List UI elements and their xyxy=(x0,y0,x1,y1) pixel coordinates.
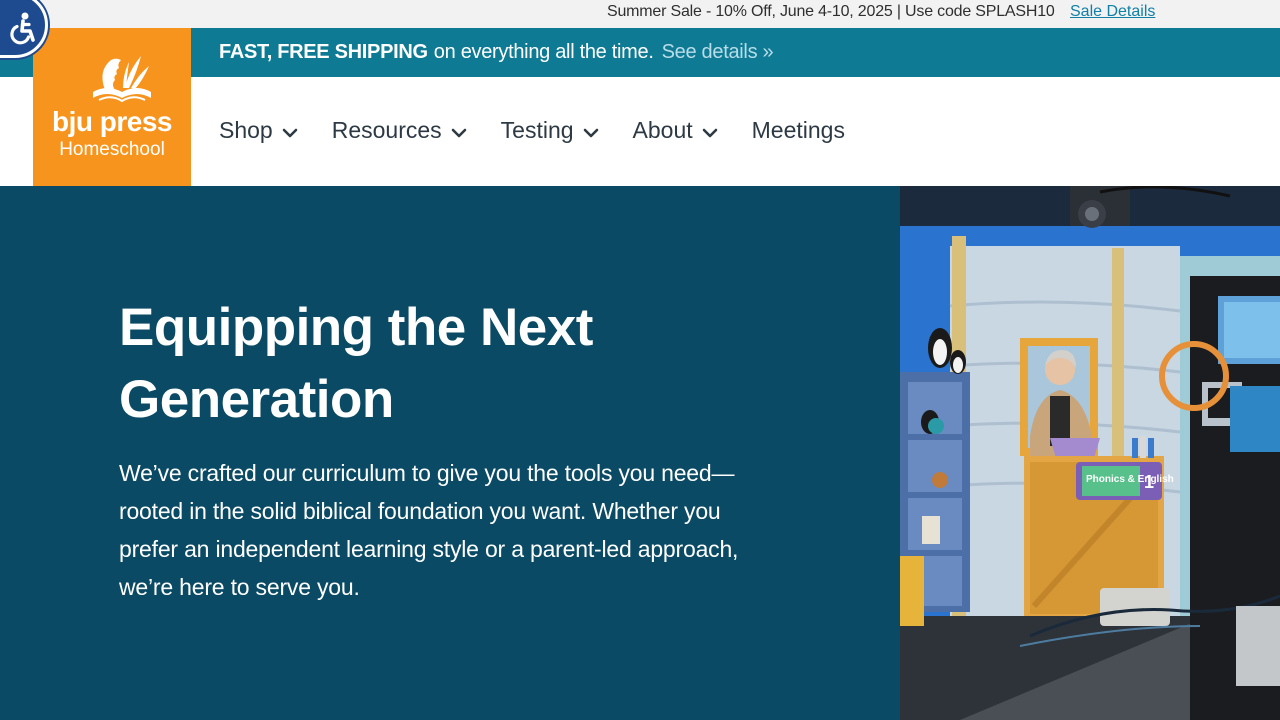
wheelchair-icon xyxy=(10,12,35,45)
nav-label: Meetings xyxy=(751,117,845,143)
hero-photo: Phonics & English 1 xyxy=(900,186,1280,720)
phonics-sign-number: 1 xyxy=(1144,472,1154,492)
sale-bar: Summer Sale - 10% Off, June 4-10, 2025 |… xyxy=(0,0,1280,28)
book-silhouette-icon xyxy=(93,56,151,103)
shipping-rest: on everything all the time. xyxy=(433,41,654,63)
chevron-down-icon xyxy=(583,117,599,144)
site-header: Shop Resources Testing About Meetings xyxy=(0,77,1280,186)
nav-about[interactable]: About xyxy=(633,117,718,144)
hero-title: Equipping the Next Generation xyxy=(119,298,593,429)
chevron-down-icon xyxy=(702,117,718,144)
nav-shop[interactable]: Shop xyxy=(219,117,298,144)
nav-label: Resources xyxy=(331,117,442,143)
phonics-sign-label: Phonics & English xyxy=(1086,474,1174,485)
shipping-bold: FAST, FREE SHIPPING xyxy=(219,41,428,63)
studio-scene-illustration: Phonics & English 1 xyxy=(900,186,1280,720)
bju-press-logo[interactable]: bju press Homeschool xyxy=(33,28,191,186)
main-nav: Shop Resources Testing About Meetings xyxy=(219,117,879,144)
nav-resources[interactable]: Resources xyxy=(332,117,467,144)
chevron-down-icon xyxy=(282,117,298,144)
shipping-text: FAST, FREE SHIPPING on everything all the… xyxy=(219,41,774,64)
nav-label: Shop xyxy=(219,117,273,143)
shipping-banner: FAST, FREE SHIPPING on everything all the… xyxy=(0,28,1280,77)
nav-label: Testing xyxy=(500,117,574,143)
chevron-down-icon xyxy=(451,117,467,144)
nav-meetings[interactable]: Meetings xyxy=(752,117,845,144)
hero-body: We’ve crafted our curriculum to give you… xyxy=(119,460,739,600)
shipping-details-link[interactable]: See details » xyxy=(662,41,774,63)
sale-text: Summer Sale - 10% Off, June 4-10, 2025 |… xyxy=(607,3,1055,20)
logo-subtitle: Homeschool xyxy=(59,139,165,160)
sale-details-link[interactable]: Sale Details xyxy=(1070,3,1155,21)
logo-wordmark: bju press xyxy=(52,106,172,137)
nav-testing[interactable]: Testing xyxy=(501,117,599,144)
hero-section: Equipping the Next Generation We’ve craf… xyxy=(0,186,900,720)
nav-label: About xyxy=(632,117,693,143)
